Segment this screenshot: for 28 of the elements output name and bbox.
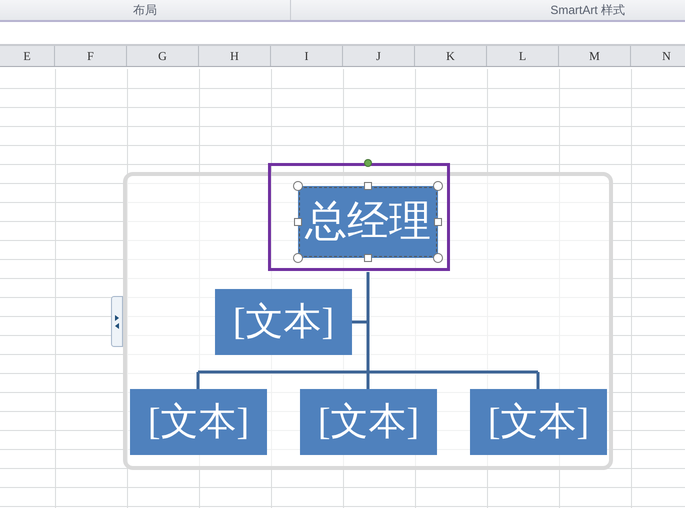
resize-handle[interactable]: [293, 253, 303, 263]
org-chart-box[interactable]: 总经理: [298, 186, 438, 258]
column-header[interactable]: E: [0, 46, 55, 66]
text-pane-tab[interactable]: [111, 296, 123, 347]
column-header[interactable]: H: [199, 46, 271, 66]
expand-arrows-icon: [114, 314, 120, 330]
column-header[interactable]: K: [415, 46, 487, 66]
column-header[interactable]: G: [127, 46, 199, 66]
org-chart-box[interactable]: [文本]: [300, 389, 437, 455]
column-header[interactable]: M: [559, 46, 631, 66]
column-header[interactable]: L: [487, 46, 559, 66]
resize-handle[interactable]: [434, 218, 442, 226]
column-header[interactable]: J: [343, 46, 415, 66]
resize-handle[interactable]: [364, 182, 372, 190]
column-header[interactable]: N: [631, 46, 685, 66]
resize-handle[interactable]: [294, 218, 302, 226]
org-chart-box[interactable]: [文本]: [130, 389, 267, 455]
resize-handle[interactable]: [293, 181, 303, 191]
resize-handle[interactable]: [364, 254, 372, 262]
ribbon-group-label: SmartArt 样式: [550, 2, 625, 19]
org-chart-box[interactable]: [文本]: [215, 289, 352, 355]
column-header[interactable]: F: [55, 46, 127, 66]
rotate-handle[interactable]: [364, 159, 372, 167]
column-header[interactable]: I: [271, 46, 343, 66]
resize-handle[interactable]: [433, 181, 443, 191]
org-chart-box[interactable]: [文本]: [470, 389, 607, 455]
ribbon-group-label: 布局: [133, 2, 157, 19]
resize-handle[interactable]: [433, 253, 443, 263]
